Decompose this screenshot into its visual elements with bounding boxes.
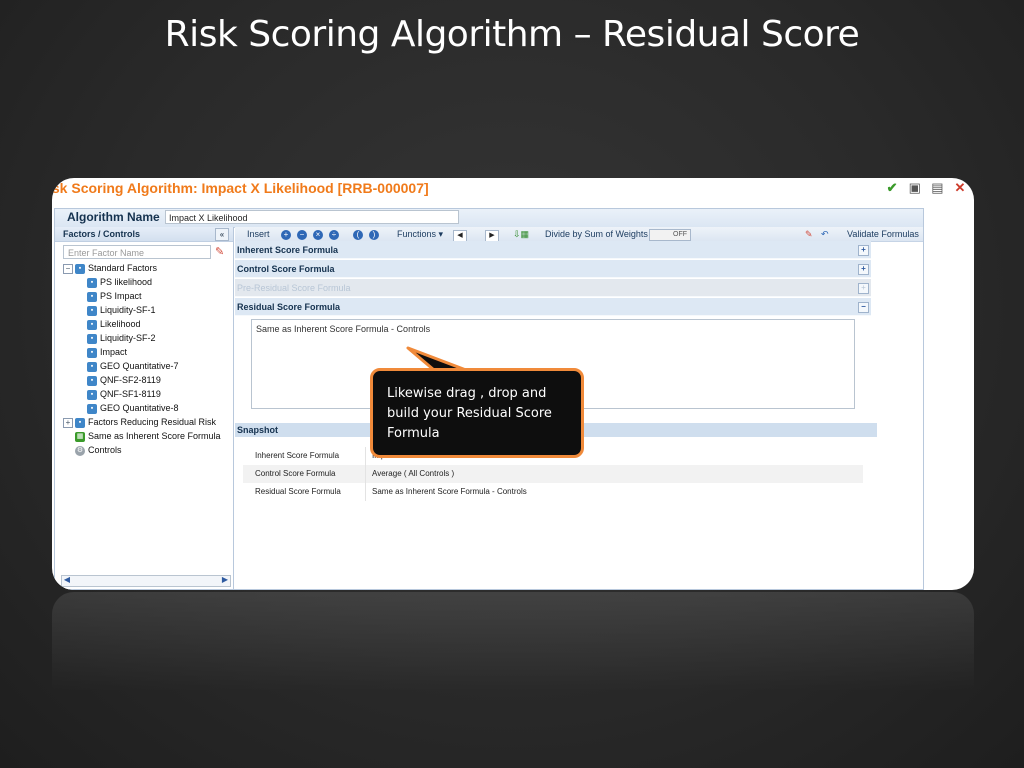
validate-formulas-button[interactable]: Validate Formulas bbox=[847, 227, 919, 241]
tree-item[interactable]: ▪ QNF-SF2-8119 bbox=[63, 373, 221, 387]
slide-title: Risk Scoring Algorithm – Residual Score bbox=[164, 14, 860, 55]
factor-icon: ▪ bbox=[87, 291, 97, 302]
factors-panel-header: Factors / Controls « bbox=[55, 227, 233, 242]
formula-toolbar: Insert + − × ÷ ( ) Functions ▾ ◀ ▶ ⇩▦ Di… bbox=[235, 227, 923, 242]
snapshot-value: Average ( All Controls ) bbox=[365, 465, 454, 483]
factor-tree: − ▪ Standard Factors ▪ PS likelihood ▪ PS Im… bbox=[63, 261, 221, 457]
expand-icon[interactable]: + bbox=[858, 245, 869, 256]
functions-menu[interactable]: Functions ▾ bbox=[397, 227, 443, 241]
table-row: Control Score Formula Average ( All Cont… bbox=[243, 465, 863, 483]
close-paren-icon[interactable]: ) bbox=[369, 227, 379, 241]
tree-item[interactable]: ▪ PS Impact bbox=[63, 289, 221, 303]
collapse-toggle-icon[interactable]: − bbox=[63, 263, 73, 274]
slide-reflection bbox=[52, 592, 974, 692]
section-control-score[interactable]: Control Score Formula + bbox=[235, 260, 871, 278]
expand-toggle-icon[interactable]: + bbox=[63, 417, 73, 428]
section-title: Control Score Formula bbox=[237, 264, 335, 274]
divide-by-sum-label: Divide by Sum of Weights bbox=[545, 229, 648, 239]
left-scrollbar[interactable]: ◀ ▶ bbox=[61, 575, 231, 587]
title-actions: ✔ ▣ ▤ ✕ bbox=[881, 180, 968, 196]
callout-box: Likewise drag , drop and build your Resi… bbox=[370, 368, 584, 458]
multiply-icon[interactable]: × bbox=[313, 227, 323, 241]
insert-label: Insert bbox=[247, 229, 270, 239]
factor-icon: ▪ bbox=[87, 347, 97, 358]
section-title: Pre-Residual Score Formula bbox=[237, 283, 351, 293]
collapse-left-icon[interactable]: « bbox=[215, 228, 229, 241]
app-title: isk Scoring Algorithm: Impact X Likeliho… bbox=[52, 180, 429, 196]
tree-node-standard-factors[interactable]: − ▪ Standard Factors bbox=[63, 261, 221, 275]
open-paren-icon[interactable]: ( bbox=[353, 227, 363, 241]
undo-icon[interactable]: ↶ bbox=[821, 227, 829, 241]
factor-icon: ▪ bbox=[87, 333, 97, 344]
algorithm-name-label: Algorithm Name bbox=[67, 210, 160, 224]
snapshot-value: Same as Inherent Score Formula - Control… bbox=[365, 483, 527, 501]
tree-node-factors-reducing-residual-risk[interactable]: + ▪ Factors Reducing Residual Risk bbox=[63, 415, 221, 429]
scroll-right-icon[interactable]: ▶ bbox=[220, 575, 230, 585]
tree-item[interactable]: ⚙ Controls bbox=[63, 443, 221, 457]
tree-item[interactable]: ▪ Liquidity-SF-1 bbox=[63, 303, 221, 317]
collapse-icon[interactable]: − bbox=[858, 302, 869, 313]
save-icon[interactable]: ▣ bbox=[907, 180, 923, 196]
tree-item[interactable]: ▪ GEO Quantitative-7 bbox=[63, 359, 221, 373]
tree-item[interactable]: ▪ Impact bbox=[63, 345, 221, 359]
algorithm-name-input[interactable]: Impact X Likelihood bbox=[165, 210, 459, 224]
sort-icon[interactable]: ⇩▦ bbox=[513, 227, 529, 241]
factor-icon: ▪ bbox=[87, 389, 97, 400]
algorithm-name-row: Algorithm Name Impact X Likelihood bbox=[55, 209, 923, 228]
factor-icon: ▪ bbox=[87, 361, 97, 372]
divide-icon[interactable]: ÷ bbox=[329, 227, 339, 241]
snapshot-key: Residual Score Formula bbox=[255, 487, 341, 496]
folder-icon: ▪ bbox=[75, 417, 85, 428]
toggle-state: OFF bbox=[673, 230, 687, 238]
check-icon[interactable]: ✔ bbox=[884, 180, 900, 196]
add-icon[interactable]: + bbox=[281, 227, 291, 241]
eraser-icon[interactable]: ✎ bbox=[805, 227, 813, 241]
tree-item[interactable]: ▪ QNF-SF1-8119 bbox=[63, 387, 221, 401]
divide-by-sum-toggle[interactable]: OFF bbox=[649, 227, 691, 241]
close-icon[interactable]: ✕ bbox=[952, 180, 968, 196]
expand-icon[interactable]: + bbox=[858, 264, 869, 275]
factor-icon: ▪ bbox=[87, 277, 97, 288]
table-row: Residual Score Formula Same as Inherent … bbox=[243, 483, 863, 501]
factor-icon: ▪ bbox=[87, 375, 97, 386]
section-title: Inherent Score Formula bbox=[237, 245, 339, 255]
next-page-icon[interactable]: ▶ bbox=[485, 227, 499, 242]
tree-item[interactable]: ▪ PS likelihood bbox=[63, 275, 221, 289]
scroll-left-icon[interactable]: ◀ bbox=[62, 575, 72, 585]
factor-icon: ▪ bbox=[87, 403, 97, 414]
factors-panel-title: Factors / Controls bbox=[63, 229, 141, 239]
factor-icon: ▪ bbox=[87, 305, 97, 316]
factors-panel: Factors / Controls « Enter Factor Name ✎… bbox=[55, 227, 234, 589]
section-pre-residual-score: Pre-Residual Score Formula + bbox=[235, 279, 871, 297]
folder-icon: ▪ bbox=[75, 263, 85, 274]
expand-icon: + bbox=[858, 283, 869, 294]
subtract-icon[interactable]: − bbox=[297, 227, 307, 241]
tree-item[interactable]: ▪ Likelihood bbox=[63, 317, 221, 331]
eraser-icon[interactable]: ✎ bbox=[215, 245, 224, 258]
tree-item[interactable]: ▪ Liquidity-SF-2 bbox=[63, 331, 221, 345]
section-residual-score[interactable]: Residual Score Formula − bbox=[235, 298, 871, 316]
tree-item[interactable]: ▪ GEO Quantitative-8 bbox=[63, 401, 221, 415]
formula-icon: ▦ bbox=[75, 431, 85, 442]
section-title: Residual Score Formula bbox=[237, 302, 341, 312]
save-as-icon[interactable]: ▤ bbox=[929, 180, 945, 196]
section-inherent-score[interactable]: Inherent Score Formula + bbox=[235, 241, 871, 259]
factor-search-input[interactable]: Enter Factor Name bbox=[63, 245, 211, 259]
prev-page-icon[interactable]: ◀ bbox=[453, 227, 467, 242]
factor-icon: ▪ bbox=[87, 319, 97, 330]
tree-item[interactable]: ▦ Same as Inherent Score Formula bbox=[63, 429, 221, 443]
snapshot-key: Inherent Score Formula bbox=[255, 451, 340, 460]
gear-icon: ⚙ bbox=[75, 445, 85, 456]
snapshot-key: Control Score Formula bbox=[255, 469, 336, 478]
